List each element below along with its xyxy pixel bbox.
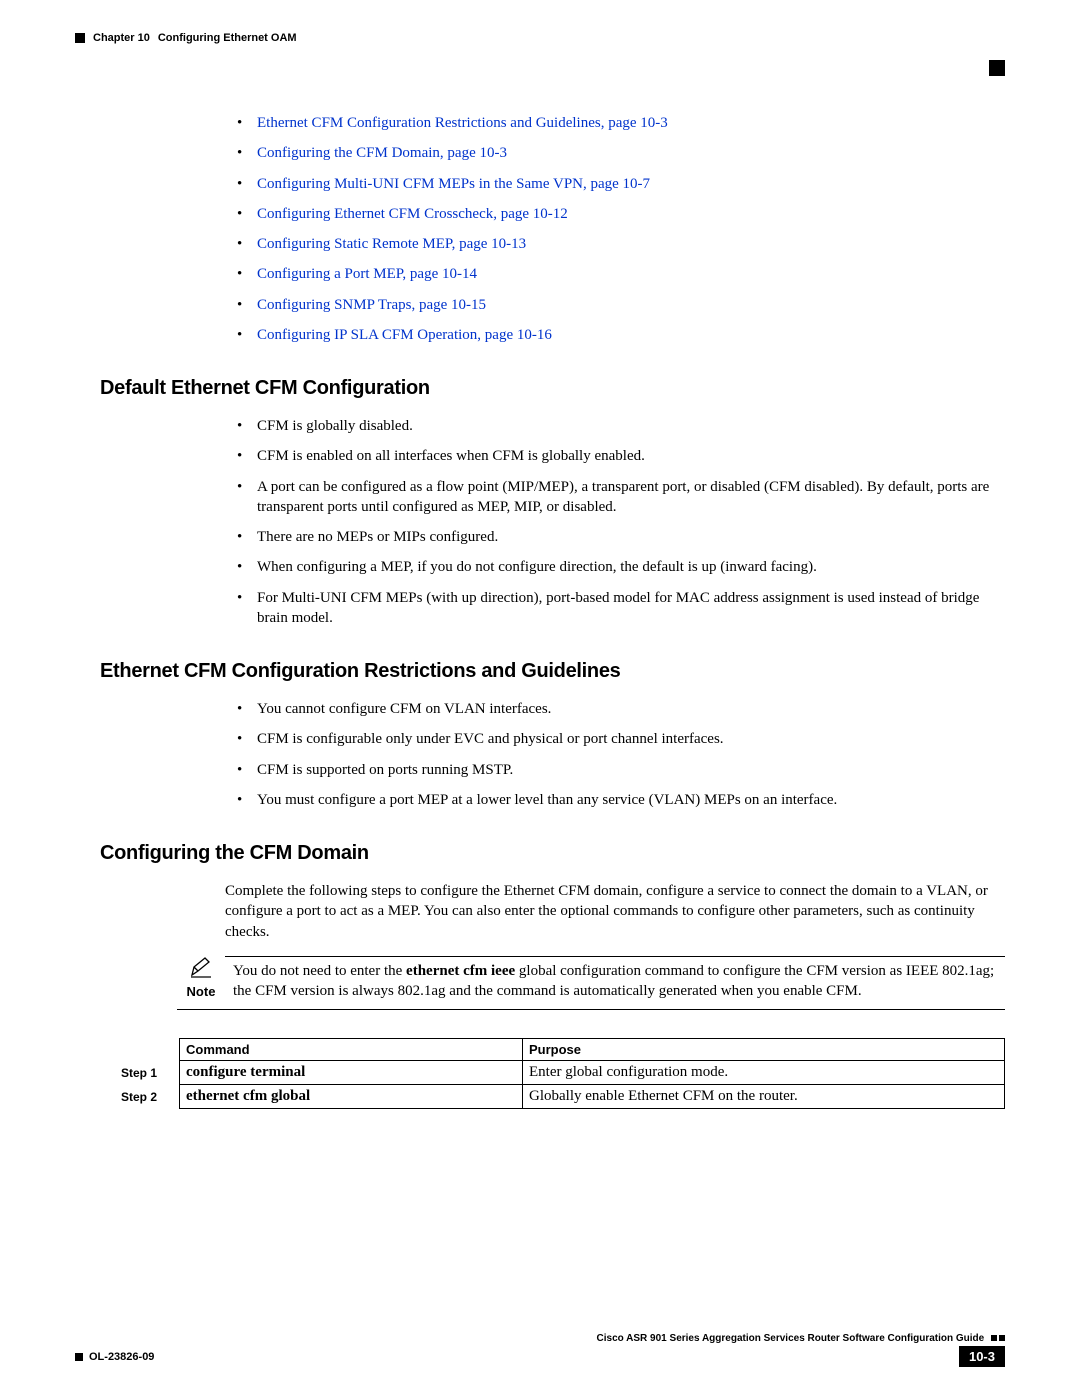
list-item: Configuring Static Remote MEP, page 10-1… bbox=[235, 234, 1005, 254]
list-item: CFM is configurable only under EVC and p… bbox=[235, 729, 1005, 749]
cfm-domain-intro: Complete the following steps to configur… bbox=[225, 881, 1005, 942]
step-label: Step 2 bbox=[115, 1085, 180, 1109]
command-table: Command Purpose Step 1 configure termina… bbox=[115, 1038, 1005, 1109]
footer-dot-icon bbox=[75, 1353, 83, 1361]
section-heading-default-cfm: Default Ethernet CFM Configuration bbox=[100, 377, 1005, 400]
step-label: Step 1 bbox=[115, 1061, 180, 1085]
list-item: CFM is globally disabled. bbox=[235, 416, 1005, 436]
purpose-cell: Enter global configuration mode. bbox=[523, 1061, 1005, 1085]
nav-link[interactable]: Configuring the CFM Domain, page 10-3 bbox=[257, 145, 507, 161]
note-body: You do not need to enter the ethernet cf… bbox=[225, 956, 1005, 1002]
list-item: Configuring the CFM Domain, page 10-3 bbox=[235, 143, 1005, 163]
nav-link[interactable]: Configuring Ethernet CFM Crosscheck, pag… bbox=[257, 206, 568, 222]
list-item: You must configure a port MEP at a lower… bbox=[235, 790, 1005, 810]
section-heading-restrictions: Ethernet CFM Configuration Restrictions … bbox=[100, 660, 1005, 683]
table-header-empty bbox=[115, 1039, 180, 1061]
page-number: 10-3 bbox=[959, 1346, 1005, 1367]
list-item: There are no MEPs or MIPs configured. bbox=[235, 527, 1005, 547]
list-item: Ethernet CFM Configuration Restrictions … bbox=[235, 113, 1005, 133]
list-item: CFM is enabled on all interfaces when CF… bbox=[235, 446, 1005, 466]
guide-title: Cisco ASR 901 Series Aggregation Service… bbox=[597, 1333, 985, 1344]
nav-link[interactable]: Configuring a Port MEP, page 10-14 bbox=[257, 266, 477, 282]
table-header-purpose: Purpose bbox=[523, 1039, 1005, 1061]
chapter-label: Chapter 10 bbox=[93, 32, 150, 44]
nav-link[interactable]: Configuring Static Remote MEP, page 10-1… bbox=[257, 236, 526, 252]
section-heading-cfm-domain: Configuring the CFM Domain bbox=[100, 842, 1005, 865]
page-header: Chapter 10 Configuring Ethernet OAM bbox=[75, 32, 1005, 44]
nav-link[interactable]: Configuring IP SLA CFM Operation, page 1… bbox=[257, 327, 552, 343]
page-marker-icon bbox=[989, 60, 1005, 76]
note-block: Note You do not need to enter the ethern… bbox=[177, 956, 1005, 1011]
list-item: For Multi-UNI CFM MEPs (with up directio… bbox=[235, 588, 1005, 629]
list-item: When configuring a MEP, if you do not co… bbox=[235, 557, 1005, 577]
list-item: A port can be configured as a flow point… bbox=[235, 477, 1005, 518]
note-label: Note bbox=[177, 984, 225, 999]
table-header-command: Command bbox=[180, 1039, 523, 1061]
list-item: You cannot configure CFM on VLAN interfa… bbox=[235, 699, 1005, 719]
list-item: Configuring IP SLA CFM Operation, page 1… bbox=[235, 325, 1005, 345]
list-item: Configuring SNMP Traps, page 10-15 bbox=[235, 295, 1005, 315]
nav-links: Ethernet CFM Configuration Restrictions … bbox=[235, 113, 1005, 345]
table-row: Step 2 ethernet cfm global Globally enab… bbox=[115, 1085, 1005, 1109]
header-dot-icon bbox=[75, 33, 85, 43]
list-item: CFM is supported on ports running MSTP. bbox=[235, 760, 1005, 780]
restrictions-list: You cannot configure CFM on VLAN interfa… bbox=[235, 699, 1005, 810]
pencil-icon bbox=[189, 961, 213, 983]
command-cell: ethernet cfm global bbox=[180, 1085, 523, 1109]
list-item: Configuring a Port MEP, page 10-14 bbox=[235, 264, 1005, 284]
doc-number: OL-23826-09 bbox=[89, 1351, 154, 1363]
purpose-cell: Globally enable Ethernet CFM on the rout… bbox=[523, 1085, 1005, 1109]
list-item: Configuring Multi-UNI CFM MEPs in the Sa… bbox=[235, 174, 1005, 194]
nav-link[interactable]: Configuring SNMP Traps, page 10-15 bbox=[257, 297, 486, 313]
chapter-title: Configuring Ethernet OAM bbox=[158, 32, 297, 44]
table-row: Step 1 configure terminal Enter global c… bbox=[115, 1061, 1005, 1085]
list-item: Configuring Ethernet CFM Crosscheck, pag… bbox=[235, 204, 1005, 224]
page-footer: Cisco ASR 901 Series Aggregation Service… bbox=[75, 1333, 1005, 1367]
nav-link[interactable]: Configuring Multi-UNI CFM MEPs in the Sa… bbox=[257, 176, 650, 192]
nav-link[interactable]: Ethernet CFM Configuration Restrictions … bbox=[257, 115, 668, 131]
default-cfm-list: CFM is globally disabled. CFM is enabled… bbox=[235, 416, 1005, 628]
command-cell: configure terminal bbox=[180, 1061, 523, 1085]
footer-squares-icon bbox=[991, 1335, 1005, 1341]
